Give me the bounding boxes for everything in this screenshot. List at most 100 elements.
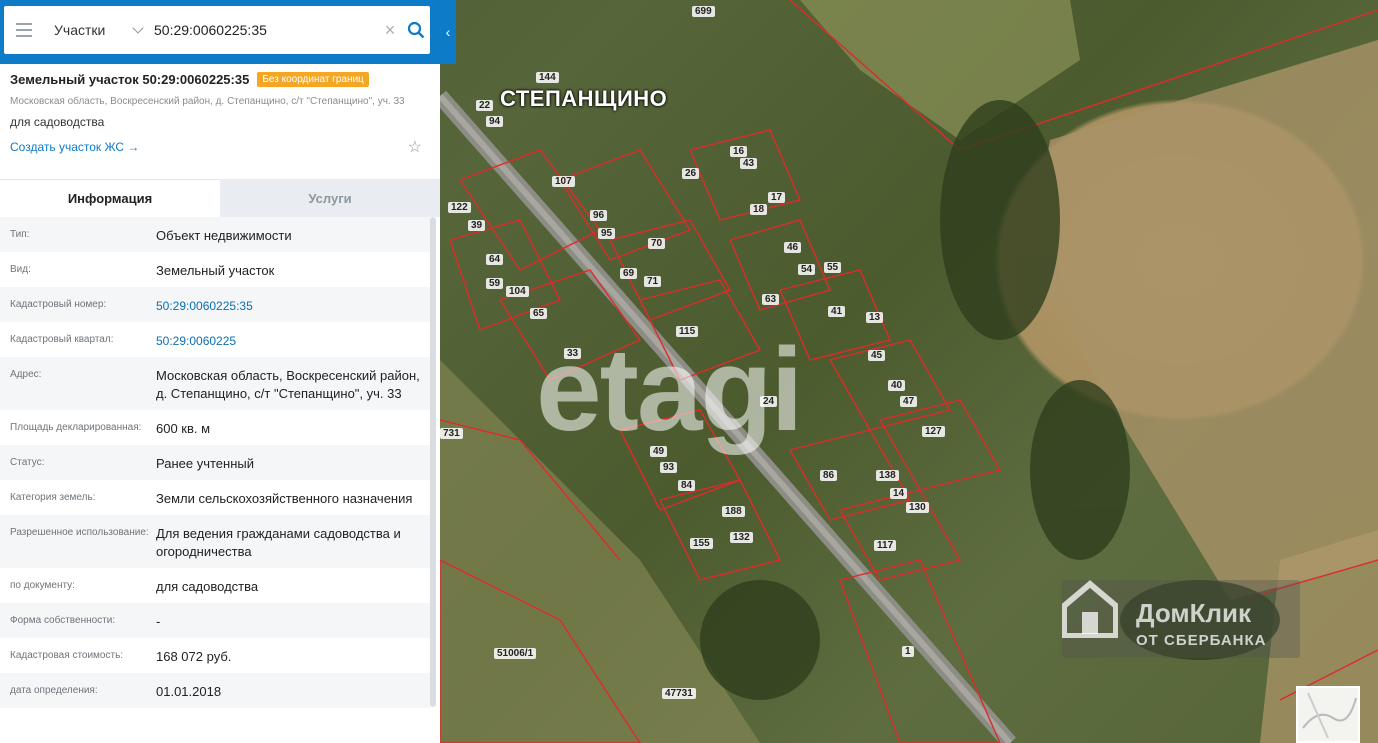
minimap-toggle[interactable]	[1296, 686, 1360, 743]
parcel-label[interactable]: 13	[866, 312, 884, 323]
parcel-label[interactable]: 17	[768, 192, 786, 203]
page-title: Земельный участок 50:29:0060225:35	[10, 72, 250, 87]
parcel-label[interactable]: 138	[876, 470, 899, 481]
parcel-label[interactable]: 115	[676, 326, 699, 337]
parcel-label[interactable]: 63	[762, 294, 780, 305]
cadastral-quarter-link[interactable]: 50:29:0060225	[156, 322, 420, 357]
info-row: Площадь декларированная: 600 кв. м	[0, 410, 430, 445]
parcel-label[interactable]: 46	[784, 242, 802, 253]
row-value: Земли сельскохозяйственного назначения	[156, 491, 413, 506]
parcel-label[interactable]: 33	[564, 348, 582, 359]
parcel-label[interactable]: 69	[620, 268, 638, 279]
info-panel: Участки × Земельный участок 50:29:006022…	[0, 0, 440, 743]
parcel-label[interactable]: 71	[644, 276, 662, 287]
menu-icon[interactable]	[4, 6, 44, 54]
chevron-left-icon: ‹	[445, 24, 451, 40]
parcel-label[interactable]: 45	[868, 350, 886, 361]
row-label: Кадастровая стоимость:	[10, 650, 124, 661]
parcel-label[interactable]: 96	[590, 210, 608, 221]
row-value: Ранее учтенный	[156, 456, 254, 471]
parcel-label[interactable]: 127	[922, 426, 945, 437]
info-row: Статус: Ранее учтенный	[0, 445, 430, 480]
row-label: дата определения:	[10, 685, 98, 696]
category-value: Участки	[54, 22, 106, 38]
tab-services[interactable]: Услуги	[220, 179, 440, 217]
create-parcel-link[interactable]: Создать участок ЖС →	[10, 140, 139, 154]
info-table: Тип: Объект недвижимости Вид: Земельный уч…	[0, 217, 430, 708]
parcel-label[interactable]: 18	[750, 204, 768, 215]
favorite-star-icon[interactable]: ☆	[408, 137, 422, 157]
parcel-label[interactable]: 43	[740, 158, 758, 169]
parcel-label[interactable]: 144	[536, 72, 559, 83]
info-row: Адрес: Московская область, Воскресенский …	[0, 357, 430, 410]
row-value: 01.01.2018	[156, 684, 222, 699]
house-icon	[1062, 580, 1118, 638]
parcel-label[interactable]: 47	[900, 396, 918, 407]
info-row: Кадастровая стоимость: 168 072 руб.	[0, 638, 430, 673]
parcel-header: Земельный участок 50:29:0060225:35 Без к…	[10, 72, 430, 157]
minimap-icon	[1302, 692, 1357, 739]
info-row: Вид: Земельный участок	[0, 252, 430, 287]
category-select[interactable]: Участки	[44, 22, 150, 38]
parcel-label[interactable]: 132	[730, 532, 753, 543]
info-row: по документу: для садоводства	[0, 568, 430, 603]
chevron-down-icon	[132, 22, 144, 34]
tab-info[interactable]: Информация	[0, 179, 220, 217]
parcel-label[interactable]: 155	[690, 538, 713, 549]
row-label: Тип:	[10, 229, 30, 240]
row-label: Вид:	[10, 264, 31, 275]
row-label: Кадастровый номер:	[10, 299, 107, 310]
info-row: Разрешенное использование: Для ведения гр…	[0, 515, 430, 568]
parcel-label[interactable]: 70	[648, 238, 666, 249]
domclick-sub: ОТ СБЕРБАНКА	[1136, 632, 1267, 649]
parcel-label[interactable]: 22	[476, 100, 494, 111]
parcel-label[interactable]: 95	[598, 228, 616, 239]
info-row: Тип: Объект недвижимости	[0, 217, 430, 252]
parcel-label[interactable]: 93	[660, 462, 678, 473]
parcel-label[interactable]: 107	[552, 176, 575, 187]
parcel-label[interactable]: 130	[906, 502, 929, 513]
row-label: Адрес:	[10, 369, 42, 380]
parcel-label[interactable]: 64	[486, 254, 504, 265]
row-label: Кадастровый квартал:	[10, 334, 114, 345]
clear-icon[interactable]: ×	[378, 20, 402, 41]
parcel-label[interactable]: 49	[650, 446, 668, 457]
etagi-watermark: etagi	[536, 324, 803, 456]
parcel-label[interactable]: 117	[874, 540, 897, 551]
parcel-label[interactable]: 55	[824, 262, 842, 273]
parcel-label[interactable]: 122	[448, 202, 471, 213]
search-input[interactable]	[150, 22, 378, 38]
parcel-address: Московская область, Воскресенский район,…	[10, 96, 405, 107]
search-box: Участки ×	[4, 6, 430, 54]
parcel-label[interactable]: 65	[530, 308, 548, 319]
parcel-label[interactable]: 26	[682, 168, 700, 179]
search-button[interactable]	[402, 6, 430, 54]
parcel-label[interactable]: 14	[890, 488, 908, 499]
row-label: Статус:	[10, 457, 45, 468]
parcel-label[interactable]: 1	[902, 646, 914, 657]
parcel-label[interactable]: 104	[506, 286, 529, 297]
row-label: по документу:	[10, 580, 75, 591]
panel-scrollbar[interactable]	[430, 217, 436, 707]
info-row: Форма собственности: -	[0, 603, 430, 638]
info-row: Кадастровый квартал: 50:29:0060225	[0, 322, 430, 357]
parcel-label[interactable]: 699	[692, 6, 715, 17]
parcel-label[interactable]: 94	[486, 116, 504, 127]
parcel-label[interactable]: 54	[798, 264, 816, 275]
parcel-label[interactable]: 84	[678, 480, 696, 491]
parcel-label[interactable]: 86	[820, 470, 838, 481]
parcel-label[interactable]: 59	[486, 278, 504, 289]
parcel-label[interactable]: 16	[730, 146, 748, 157]
row-label: Категория земель:	[10, 492, 96, 503]
parcel-label[interactable]: 41	[828, 306, 846, 317]
parcel-label[interactable]: 188	[722, 506, 745, 517]
parcel-label[interactable]: 24	[760, 396, 778, 407]
tab-bar: Информация Услуги	[0, 179, 440, 217]
area-label: 731	[440, 428, 463, 439]
parcel-label[interactable]: 40	[888, 380, 906, 391]
parcel-label[interactable]: 39	[468, 220, 486, 231]
collapse-panel-button[interactable]: ‹	[440, 0, 456, 64]
cadastral-number-link[interactable]: 50:29:0060225:35	[156, 287, 420, 322]
row-label: Разрешенное использование:	[10, 527, 149, 538]
info-row: Кадастровый номер: 50:29:0060225:35	[0, 287, 430, 322]
